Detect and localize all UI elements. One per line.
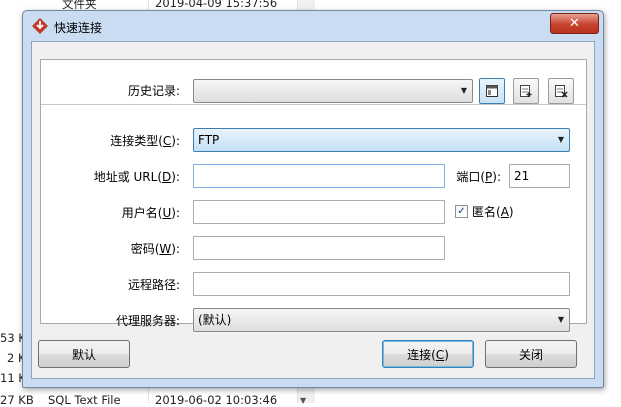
delete-entry-icon <box>555 85 568 98</box>
anonymous-label: 匿名(A) <box>472 205 514 219</box>
chevron-down-icon: ▼ <box>557 315 564 324</box>
password-input[interactable] <box>193 236 445 260</box>
layout-toggle-button[interactable] <box>479 78 505 104</box>
bg-row-date: 2019-06-02 10:03:46 <box>155 393 278 407</box>
username-label: 用户名(U): <box>121 206 180 220</box>
default-button[interactable]: 默认 <box>38 340 130 368</box>
bg-row-size: 27 KB <box>0 393 34 407</box>
dialog-client-area: 历史记录: ▼ 连接类型(C): FTP ▼ 地址或 URL(D): 端口(P)… <box>31 41 595 379</box>
password-label: 密码(W): <box>130 242 180 256</box>
dialog-title: 快速连接 <box>54 21 103 35</box>
close-icon: ✕ <box>569 16 580 31</box>
bg-scroll-down-icon[interactable]: ▼ <box>300 396 306 405</box>
history-dropdown[interactable]: ▼ <box>193 79 473 103</box>
remote-path-input[interactable] <box>193 272 570 296</box>
port-input[interactable] <box>509 164 570 188</box>
connection-type-value: FTP <box>198 133 220 147</box>
close-window-button[interactable]: ✕ <box>550 13 599 34</box>
anonymous-checkbox[interactable]: ✓ <box>455 205 468 218</box>
panel-divider <box>41 104 586 105</box>
bg-row-date: 2019-04-09 15:37:56 <box>155 0 278 10</box>
bg-row-type: SQL Text File <box>48 393 121 407</box>
proxy-value: (默认) <box>198 313 232 327</box>
port-label: 端口(P): <box>456 170 501 184</box>
app-logo-icon <box>32 18 48 34</box>
connection-type-dropdown[interactable]: FTP ▼ <box>193 128 570 152</box>
connection-settings-panel: 历史记录: ▼ 连接类型(C): FTP ▼ 地址或 URL(D): 端口(P)… <box>40 59 587 332</box>
chevron-down-icon: ▼ <box>460 86 467 95</box>
connect-button[interactable]: 连接(C) <box>382 340 474 368</box>
add-entry-icon <box>520 85 532 97</box>
username-input[interactable] <box>193 200 445 224</box>
close-button[interactable]: 关闭 <box>485 340 577 368</box>
quick-connect-dialog: 快速连接 ✕ 历史记录: ▼ 连接类型(C): FTP ▼ 地址或 URL(D)… <box>22 10 604 388</box>
delete-history-button[interactable] <box>548 78 574 104</box>
address-label: 地址或 URL(D): <box>93 170 180 184</box>
add-history-button[interactable] <box>513 78 539 104</box>
proxy-dropdown[interactable]: (默认) ▼ <box>193 308 570 332</box>
chevron-down-icon: ▼ <box>557 135 564 144</box>
window-layout-icon <box>486 85 498 97</box>
history-label: 历史记录: <box>127 84 180 98</box>
connection-type-label: 连接类型(C): <box>110 134 180 148</box>
remote-path-label: 远程路径: <box>127 278 180 292</box>
proxy-label: 代理服务器: <box>115 314 180 328</box>
dialog-titlebar[interactable]: 快速连接 ✕ <box>23 11 603 41</box>
